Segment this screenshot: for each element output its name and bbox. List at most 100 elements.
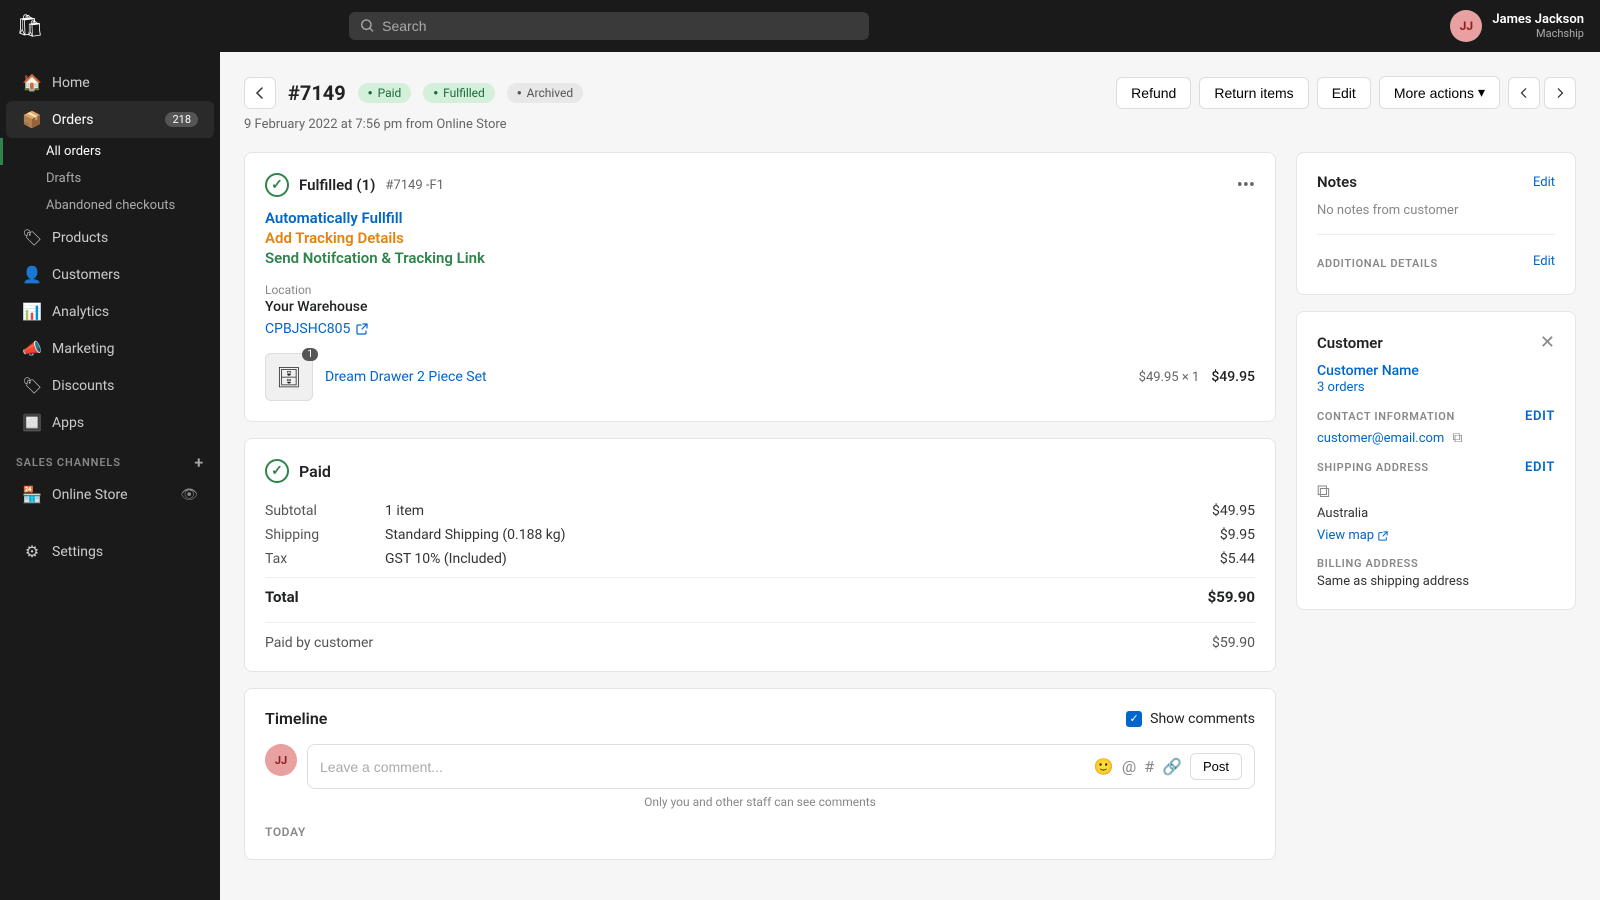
paid-by-row: Paid by customer $59.90: [265, 622, 1255, 651]
subtotal-desc: 1 item: [385, 503, 1175, 519]
shipping-label: Shipping: [265, 527, 385, 543]
refund-button[interactable]: Refund: [1116, 77, 1191, 109]
prev-order-button[interactable]: [1508, 77, 1540, 109]
total-label: Total: [265, 588, 385, 606]
sidebar-item-home[interactable]: 🏠 Home: [6, 64, 214, 101]
sales-channels-section: SALES CHANNELS +: [0, 441, 220, 476]
fulfillment-more-icon[interactable]: •••: [1237, 175, 1255, 196]
timeline-card: Timeline ✓ Show comments JJ 🙂 @ #: [244, 688, 1276, 860]
contact-edit-link[interactable]: Edit: [1525, 409, 1555, 424]
mention-icon[interactable]: @: [1122, 757, 1136, 776]
customer-close-button[interactable]: ✕: [1540, 332, 1555, 353]
chevron-down-icon: ▾: [1478, 84, 1485, 101]
edit-button[interactable]: Edit: [1317, 77, 1371, 109]
sidebar-item-marketing[interactable]: 📣 Marketing: [6, 330, 214, 367]
additional-details-edit-link[interactable]: Edit: [1533, 254, 1555, 269]
subtotal-label: Subtotal: [265, 503, 385, 519]
more-actions-button[interactable]: More actions ▾: [1379, 76, 1500, 109]
show-comments-toggle[interactable]: ✓ Show comments: [1126, 711, 1255, 727]
send-notification-link[interactable]: Send Notifcation & Tracking Link: [265, 249, 1255, 267]
paid-check-icon: ✓: [265, 459, 289, 483]
back-button[interactable]: [244, 77, 276, 109]
sidebar-sub-drafts[interactable]: Drafts: [0, 165, 220, 192]
sidebar-item-online-store[interactable]: 🏪 Online Store 👁: [6, 476, 214, 513]
email-row: customer@email.com ⧉: [1317, 430, 1555, 446]
auto-fulfill-link[interactable]: Automatically Fullfill: [265, 209, 1255, 227]
sidebar-item-label: Online Store: [52, 487, 128, 503]
online-store-settings-icon[interactable]: 👁: [180, 487, 198, 503]
apps-icon: 🔲: [22, 413, 42, 432]
user-shop: Machship: [1492, 27, 1584, 40]
show-comments-checkbox[interactable]: ✓: [1126, 711, 1142, 727]
tax-row: Tax GST 10% (Included) $5.44: [265, 547, 1255, 571]
sidebar-item-products[interactable]: 🏷 Products: [6, 219, 214, 256]
next-arrow-icon: [1555, 88, 1565, 98]
sidebar-item-label: Analytics: [52, 304, 109, 320]
show-comments-label: Show comments: [1150, 711, 1255, 727]
external-link-small-icon: [1378, 531, 1388, 541]
paid-badge: Paid: [358, 83, 412, 103]
tax-amount: $5.44: [1175, 551, 1255, 567]
sidebar-item-label: Orders: [52, 112, 94, 128]
tax-label: Tax: [265, 551, 385, 567]
main-content: #7149 Paid Fulfilled Archived Refund Ret…: [220, 52, 1600, 900]
tracking-link[interactable]: CPBJSHC805: [265, 321, 1255, 337]
notes-edit-link[interactable]: Edit: [1533, 175, 1555, 190]
order-date: 9 February 2022 at 7:56 pm from Online S…: [244, 117, 1576, 132]
order-header: #7149 Paid Fulfilled Archived Refund Ret…: [244, 76, 1576, 109]
comment-input[interactable]: [320, 759, 1086, 775]
sidebar-item-apps[interactable]: 🔲 Apps: [6, 404, 214, 441]
shopify-logo: 🛍: [16, 14, 44, 39]
shipping-edit-link[interactable]: Edit: [1525, 460, 1555, 475]
view-map-link[interactable]: View map: [1317, 528, 1388, 543]
comment-icons: 🙂 @ # 🔗: [1094, 757, 1182, 776]
attachment-icon[interactable]: 🔗: [1162, 757, 1182, 776]
sidebar-item-label: Settings: [52, 544, 103, 560]
customer-orders-link[interactable]: 3 orders: [1317, 380, 1365, 395]
shipping-row: Shipping Standard Shipping (0.188 kg) $9…: [265, 523, 1255, 547]
search-bar[interactable]: [349, 12, 869, 40]
sidebar-item-orders[interactable]: 📦 Orders 218: [6, 101, 214, 138]
contact-info-label: CONTACT INFORMATION Edit: [1317, 409, 1555, 424]
location-label: Location: [265, 283, 1255, 297]
sidebar-item-analytics[interactable]: 📊 Analytics: [6, 293, 214, 330]
return-items-button[interactable]: Return items: [1199, 77, 1308, 109]
order-main: ✓ Fulfilled (1) #7149 -F1 ••• Automatica…: [244, 152, 1276, 860]
add-sales-channel-button[interactable]: +: [194, 453, 204, 472]
sidebar-item-label: Marketing: [52, 341, 115, 357]
copy-email-icon[interactable]: ⧉: [1452, 430, 1462, 446]
top-navigation: 🛍 JJ James Jackson Machship: [0, 0, 1600, 52]
search-input[interactable]: [382, 18, 857, 34]
fulfillment-title: Fulfilled (1): [299, 176, 375, 194]
fulfilled-check-icon: ✓: [265, 173, 289, 197]
sidebar-item-settings[interactable]: ⚙ Settings: [6, 533, 214, 570]
sidebar-item-label: Home: [52, 75, 90, 91]
sidebar-item-label: Apps: [52, 415, 84, 431]
tracking-code: CPBJSHC805: [265, 321, 350, 337]
sidebar-sub-all-orders[interactable]: All orders: [0, 138, 220, 165]
product-image: 🗄 1: [265, 353, 313, 401]
emoji-icon[interactable]: 🙂: [1094, 757, 1114, 776]
search-icon: [361, 19, 374, 33]
archived-badge: Archived: [507, 83, 583, 103]
analytics-icon: 📊: [22, 302, 42, 321]
home-icon: 🏠: [22, 73, 42, 92]
add-tracking-link[interactable]: Add Tracking Details: [265, 229, 1255, 247]
sidebar-item-label: Discounts: [52, 378, 114, 394]
subtotal-amount: $49.95: [1175, 503, 1255, 519]
sidebar-sub-abandoned[interactable]: Abandoned checkouts: [0, 192, 220, 219]
user-name: James Jackson: [1492, 12, 1584, 27]
back-arrow-icon: [254, 87, 266, 99]
product-name-link[interactable]: Dream Drawer 2 Piece Set: [325, 369, 487, 385]
total-amount: $59.90: [1175, 588, 1255, 606]
sidebar-item-discounts[interactable]: 🏷 Discounts: [6, 367, 214, 404]
hashtag-icon[interactable]: #: [1144, 757, 1154, 776]
next-order-button[interactable]: [1544, 77, 1576, 109]
shipping-country: Australia: [1317, 506, 1555, 521]
orders-badge: 218: [165, 112, 198, 127]
order-number: #7149: [288, 81, 346, 105]
customer-name-link[interactable]: Customer Name: [1317, 363, 1419, 379]
sidebar-item-customers[interactable]: 👤 Customers: [6, 256, 214, 293]
post-button[interactable]: Post: [1190, 753, 1242, 780]
fulfillment-card: ✓ Fulfilled (1) #7149 -F1 ••• Automatica…: [244, 152, 1276, 422]
